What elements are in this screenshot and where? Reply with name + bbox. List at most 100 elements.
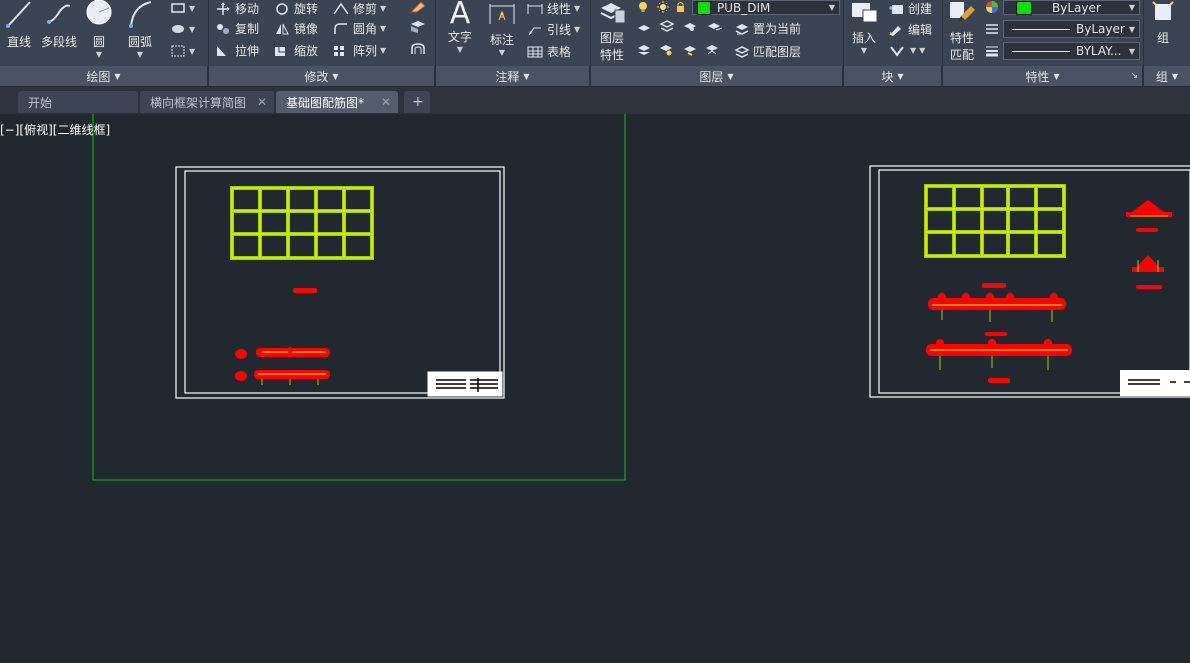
dimension-tool[interactable]: 标注 ▼ <box>486 0 518 57</box>
beam-section-2 <box>926 339 1072 370</box>
panel-launcher-icon[interactable]: ↘ <box>1130 71 1138 81</box>
group-icon <box>1152 1 1174 20</box>
lineweight-dropdown[interactable]: BYLAY... ▼ <box>1003 42 1140 60</box>
circle-icon <box>86 0 112 25</box>
chevron-down-icon: ▼ <box>114 71 121 81</box>
match-layer-tool[interactable]: 匹配图层 <box>734 43 801 60</box>
arc-dropdown-arrow[interactable]: ▼ <box>124 50 156 59</box>
color-dropdown-value: ByLayer <box>1052 0 1101 15</box>
layer-tool-row2[interactable] <box>636 20 746 34</box>
close-icon[interactable]: ✕ <box>257 95 267 109</box>
lineweight-sample <box>1012 50 1070 52</box>
stretch-tool[interactable]: 拉伸 <box>214 42 259 59</box>
fillet-tool[interactable]: 圆角 ▼ <box>332 20 386 37</box>
viewport-controls[interactable]: [−][俯视][二维线框] <box>0 121 110 138</box>
linetype-dropdown[interactable]: ByLayer ▼ <box>1003 20 1140 38</box>
polyline-tool[interactable]: 多段线 <box>38 0 80 50</box>
properties-panel-title[interactable]: 特性 ▼ ↘ <box>943 66 1143 86</box>
mirror-tool[interactable]: 镜像 <box>273 20 318 37</box>
arc-tool-label: 圆弧 <box>127 35 152 49</box>
chevron-down-icon: ▼ <box>1128 46 1135 56</box>
drawing-canvas[interactable] <box>0 114 1190 663</box>
chevron-down-icon: ▼ <box>897 71 904 81</box>
drawing-sheet-right[interactable] <box>869 165 1190 398</box>
copy-tool[interactable]: 复制 <box>214 20 259 37</box>
chevron-down-icon: ▼ <box>1128 24 1135 34</box>
group-panel-title[interactable]: 组 ▼ <box>1144 66 1190 86</box>
circle-dropdown-arrow[interactable]: ▼ <box>84 50 114 59</box>
chevron-down-icon: ▼ <box>828 3 835 12</box>
new-tab-button[interactable]: + <box>404 91 430 113</box>
layer-properties-tool[interactable]: 图层 特性 <box>596 0 628 63</box>
move-icon <box>217 2 230 15</box>
scale-tool[interactable]: 缩放 <box>273 42 318 59</box>
array-label: 阵列 <box>353 44 378 58</box>
trim-tool[interactable]: 修剪 ▼ <box>332 0 386 17</box>
edit-block-tool[interactable]: 编辑 <box>887 21 932 38</box>
color-swatch <box>1016 0 1032 15</box>
hatch-tool[interactable]: ▼ <box>170 22 195 36</box>
color-dropdown[interactable]: ByLayer ▼ <box>1003 0 1140 15</box>
rotate-tool[interactable]: 旋转 <box>273 0 318 17</box>
insert-block-tool[interactable]: 插入 ▼ <box>848 0 880 55</box>
copy-icon <box>217 23 229 34</box>
scale-label: 缩放 <box>294 44 319 58</box>
block-panel-title[interactable]: 块 ▼ <box>844 66 942 86</box>
match-properties-tool[interactable]: 特性 匹配 <box>946 0 978 63</box>
footing-detail-2 <box>1132 255 1164 289</box>
leader-icon <box>528 27 541 35</box>
layer-dropdown[interactable]: PUB_DIM ▼ <box>692 0 840 15</box>
tab-start[interactable]: 开始 <box>18 91 138 113</box>
linetype-tool[interactable]: 线性 ▼ <box>526 0 580 17</box>
table-icon <box>527 46 543 57</box>
layers-panel-title[interactable]: 图层 ▼ <box>591 66 843 86</box>
linetype-lines-icon-wrap[interactable] <box>984 22 1000 36</box>
layer-state-icons[interactable] <box>637 0 697 14</box>
title-block <box>1120 370 1190 396</box>
color-wheel-icon-wrap[interactable] <box>984 0 1000 14</box>
section-label-mark <box>988 378 1010 383</box>
drawing-sheet-left[interactable] <box>175 166 505 399</box>
circle-tool[interactable]: 圆 ▼ <box>84 0 114 59</box>
set-current-tool[interactable]: 置为当前 <box>734 20 801 37</box>
fillet-label: 圆角 <box>353 22 378 36</box>
text-dropdown-arrow[interactable]: ▼ <box>444 45 476 54</box>
tab-foundation-rebar[interactable]: 基础图配筋图* ✕ <box>276 91 398 113</box>
insert-dropdown-arrow[interactable]: ▼ <box>848 46 880 55</box>
match-layer-label: 匹配图层 <box>753 45 802 59</box>
draw-panel-title[interactable]: 绘图 ▼ <box>0 66 208 86</box>
create-block-tool[interactable]: 创建 <box>887 0 932 17</box>
array-tool[interactable]: 阵列 ▼ <box>332 42 386 59</box>
lineweight-icon-wrap[interactable] <box>984 44 1000 58</box>
modify-panel-title[interactable]: 修改 ▼ <box>209 66 435 86</box>
ribbon: 直线 多段线 圆 ▼ 圆弧 ▼ ▼ ▼ ▼ 绘图 ▼ 移动 旋转 修剪 ▼ 复制 镜… <box>0 0 1190 87</box>
hatch-icon <box>172 25 184 33</box>
block-attribute-icon <box>890 46 904 57</box>
annotation-panel-title[interactable]: 注释 ▼ <box>436 66 590 86</box>
block-attribute-tool[interactable]: ▼ ▼ <box>889 43 925 57</box>
text-tool[interactable]: A 文字 ▼ <box>444 0 476 54</box>
layer-tools-icon <box>638 20 723 32</box>
block-panel-title-text: 块 <box>881 69 894 84</box>
layer-tool-row3[interactable] <box>636 43 732 57</box>
section-label-mark <box>982 283 1006 288</box>
leader-tool[interactable]: 引线 ▼ <box>526 21 580 38</box>
arc-tool[interactable]: 圆弧 ▼ <box>124 0 156 59</box>
boundary-tool[interactable]: ▼ <box>170 44 195 58</box>
tab-frame-calc[interactable]: 横向框架计算简图 ✕ <box>140 91 274 113</box>
group-tool[interactable]: 组 <box>1148 0 1178 46</box>
dimension-dropdown-arrow[interactable]: ▼ <box>486 48 518 57</box>
explode-tool[interactable] <box>408 20 428 34</box>
offset-tool[interactable] <box>408 42 428 56</box>
line-tool[interactable]: 直线 <box>3 0 35 50</box>
linetype-icon <box>986 24 998 34</box>
rectangle-tool[interactable]: ▼ <box>170 2 195 14</box>
linetype-label: 线性 <box>547 2 572 16</box>
erase-tool[interactable] <box>408 0 428 14</box>
line-tool-label: 直线 <box>6 35 31 49</box>
close-icon[interactable]: ✕ <box>381 95 391 109</box>
circle-tool-label: 圆 <box>92 35 105 49</box>
polyline-icon <box>47 4 71 24</box>
table-tool[interactable]: 表格 <box>526 43 571 60</box>
move-tool[interactable]: 移动 <box>214 0 259 17</box>
